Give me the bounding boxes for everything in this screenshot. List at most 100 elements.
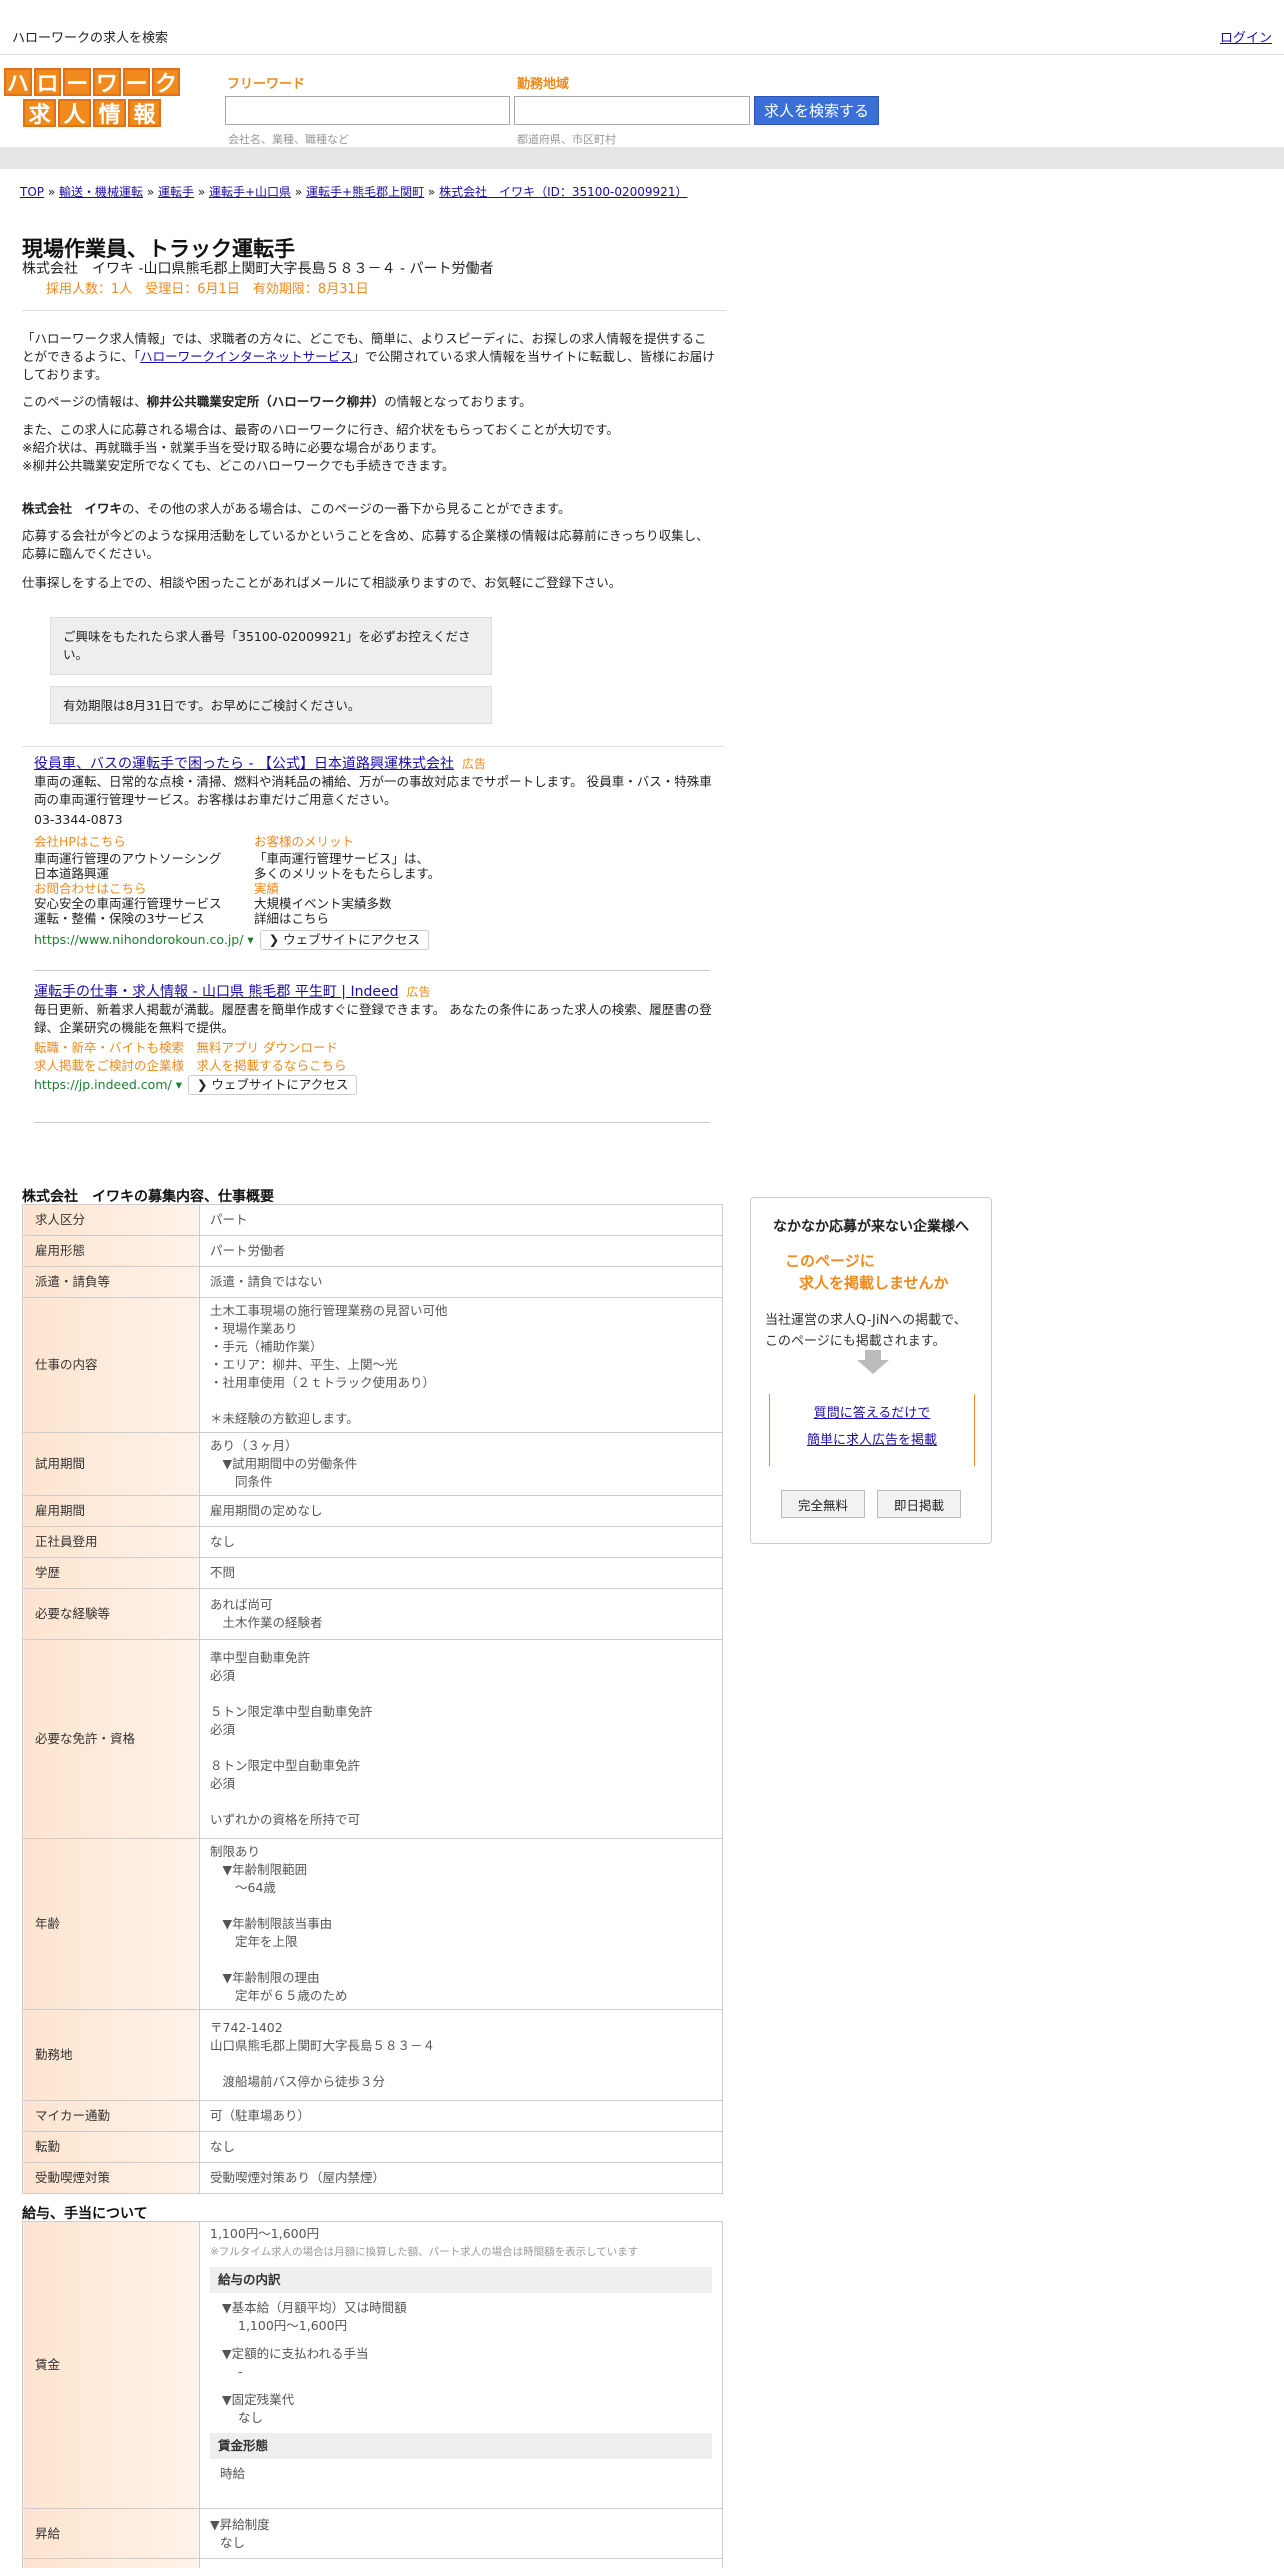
ad-sitelink[interactable]: 実績 xyxy=(254,881,392,896)
job-overview-table: 求人区分 パート 雇用形態 パート労働者 派遣・請負等 派遣・請負ではない 仕事の内容 土木工… xyxy=(22,1204,723,2194)
intro-paragraph-6: 仕事探しをする上での、相談や困ったことがあればメールにて相談承りますので、お気軽… xyxy=(22,575,622,590)
wage-item-head: ▼定額的に支払われる手当 xyxy=(222,2346,369,2361)
promo-link-question[interactable]: 質問に答えるだけで xyxy=(814,1406,931,1421)
ad-sitelink-desc: 多くのメリットをもたらします。 xyxy=(254,866,441,881)
breadcrumb-company[interactable]: 株式会社 イワキ（ID：35100-02009921） xyxy=(439,185,687,199)
row-value-line: 派遣・請負ではない xyxy=(210,1274,323,1289)
row-label: 必要な経験等 xyxy=(22,1588,200,1640)
row-value-line: 受動喫煙対策あり（屋内禁煙） xyxy=(210,2170,386,2185)
row-value: 〒742-1402 山口県熊毛郡上関町大字長島５８３－４ 渡船場前バス停から徒歩３… xyxy=(199,2009,723,2101)
breadcrumb-job[interactable]: 運転手 xyxy=(158,185,194,199)
breadcrumb-prefecture[interactable]: 運転手+山口県 xyxy=(209,185,291,199)
table-row: 年齢 制限あり ▼年齢制限範囲 〜64歳 ▼年齢制限該当事由 定年を上限 ▼年齢制… xyxy=(22,1838,723,2010)
ad-sitelink[interactable]: お問合わせはこちら xyxy=(34,881,254,896)
row-label: 正社員登用 xyxy=(22,1526,200,1558)
logo-character: 報 xyxy=(128,99,161,128)
ad-title-link[interactable]: 役員車、バスの運転手で困ったら - 【公式】日本道路興運株式会社 xyxy=(34,756,454,772)
ad-sitelink[interactable]: 会社HPはこちら xyxy=(34,833,254,851)
area-input[interactable] xyxy=(514,96,750,125)
row-value: 可（駐車場あり） xyxy=(199,2100,723,2132)
site-logo[interactable]: ハローワーク 求人情報 xyxy=(3,68,181,130)
intro-text: の情報となっております。 xyxy=(384,394,532,409)
row-value: パート xyxy=(199,1204,723,1236)
promo-text-line: 当社運営の求人Q-JiNへの掲載で、 xyxy=(765,1313,967,1328)
search-button[interactable]: 求人を検索する xyxy=(754,96,879,125)
divider xyxy=(22,310,726,311)
ad-url[interactable]: https://www.nihondorokoun.co.jp/ xyxy=(34,932,243,947)
table-row: 雇用期間 雇用期間の定めなし xyxy=(22,1495,723,1527)
promo-text: 当社運営の求人Q-JiNへの掲載で、 このページにも掲載されます。 xyxy=(765,1310,967,1352)
ad-sitelink[interactable]: お客様のメリット xyxy=(254,833,440,851)
row-value-line xyxy=(210,1793,712,1811)
row-value: あり（３ヶ月） ▼試用期間中の労働条件 同条件 xyxy=(199,1432,723,1496)
expiry-note: 有効期限は8月31日です。お早めにご検討ください。 xyxy=(50,686,492,724)
row-value-line: 雇用期間の定めなし xyxy=(210,1503,323,1518)
wage-form-value: 時給 xyxy=(220,2466,246,2481)
same-day-badge-button[interactable]: 即日掲載 xyxy=(877,1490,961,1518)
dropdown-caret-icon[interactable]: ▾ xyxy=(243,932,253,947)
wage-breakdown-heading: 給与の内訳 xyxy=(210,2267,712,2293)
row-value: 土木工事現場の施行管理業務の見習い可他 ・現場作業あり ・手元（補助作業） ・エリア：… xyxy=(199,1297,723,1433)
wage-item-head: ▼基本給（月額平均）又は時間額 xyxy=(222,2300,407,2315)
promo-links: 質問に答えるだけで 簡単に求人広告を掲載 xyxy=(769,1394,975,1466)
row-value: 不問 xyxy=(199,1557,723,1589)
ad-sitelink[interactable]: 転職・新卒・バイトも検索 xyxy=(34,1040,184,1055)
divider-bar xyxy=(0,147,1284,169)
row-label: 求人区分 xyxy=(22,1204,200,1236)
promo-link-post-ad[interactable]: 簡単に求人広告を掲載 xyxy=(807,1433,937,1448)
table-row: 必要な経験等 あれば尚可 土木作業の経験者 xyxy=(22,1588,723,1640)
row-value-line: 〜64歳 xyxy=(210,1880,276,1895)
breadcrumb-top[interactable]: TOP xyxy=(20,185,44,199)
row-value-line: ・現場作業あり xyxy=(210,1321,298,1336)
row-value-line: あり（３ヶ月） xyxy=(210,1438,298,1453)
row-value-line: 同条件 xyxy=(210,1474,273,1489)
ad-url[interactable]: https://jp.indeed.com/ xyxy=(34,1077,172,1092)
row-value-line: パート xyxy=(210,1212,248,1227)
dropdown-caret-icon[interactable]: ▾ xyxy=(172,1077,182,1092)
ad-sitelink[interactable]: 求人を掲載するならこちら xyxy=(197,1058,347,1073)
freeword-input[interactable] xyxy=(225,96,510,125)
row-value-line: ＊未経験の方歓迎します。 xyxy=(210,1411,359,1426)
ad-block-1: 役員車、バスの運転手で困ったら - 【公式】日本道路興運株式会社 広告 車両の運転… xyxy=(34,755,714,950)
row-value: パート労働者 xyxy=(199,1235,723,1267)
row-value: 制限あり ▼年齢制限範囲 〜64歳 ▼年齢制限該当事由 定年を上限 ▼年齢制限の… xyxy=(199,1838,723,2010)
logo-character: 求 xyxy=(23,99,56,128)
intro-text: ※紹介状は、再就職手当・就業手当を受け取る時に必要な場合があります。 xyxy=(22,440,444,455)
row-value-line: 定年が６５歳のため xyxy=(210,1988,348,2003)
intro-text: の、その他の求人がある場合は、このページの一番下から見ることができます。 xyxy=(122,501,571,516)
hellowork-internet-link[interactable]: ハローワークインターネットサービス xyxy=(140,349,353,364)
job-number-note: ご興味をもたれたら求人番号「35100-02009921」を必ずお控えください。 xyxy=(50,617,492,675)
ad-sitelink[interactable]: 無料アプリ ダウンロード xyxy=(197,1040,338,1055)
wage-table: 賃金 1,100円〜1,600円 ※フルタイム求人の場合は月額に換算した額、パー… xyxy=(22,2221,723,2568)
row-value-line: 土木工事現場の施行管理業務の見習い可他 xyxy=(210,1303,448,1318)
free-badge-button[interactable]: 完全無料 xyxy=(781,1490,865,1518)
visit-website-button[interactable]: ❯ ウェブサイトにアクセス xyxy=(187,1075,358,1095)
row-label: 試用期間 xyxy=(22,1432,200,1496)
intro-text: また、この求人に応募される場合は、最寄のハローワークに行き、紹介状をもらっておく… xyxy=(22,422,619,437)
row-value-line: 必須 xyxy=(210,1776,236,1791)
area-label: 勤務地域 xyxy=(517,77,570,92)
logo-character: ワ xyxy=(93,68,121,97)
ad-sitelink[interactable]: 求人掲載をご検討の企業様 xyxy=(34,1058,184,1073)
visit-website-button[interactable]: ❯ ウェブサイトにアクセス xyxy=(259,930,430,950)
ad-sitelink-desc: 日本道路興運 xyxy=(34,866,110,881)
arrow-down-icon xyxy=(857,1360,889,1374)
row-value-line: パート労働者 xyxy=(210,1243,286,1258)
row-value-line: あれば尚可 xyxy=(210,1597,273,1612)
intro-text: このページの情報は、 xyxy=(22,394,147,409)
arrow-down-icon xyxy=(865,1350,881,1360)
login-link[interactable]: ログイン xyxy=(1220,27,1272,46)
ad-phone[interactable]: 03-3344-0873 xyxy=(34,811,714,829)
row-value: 派遣・請負ではない xyxy=(199,1266,723,1298)
breadcrumb-town[interactable]: 運転手+熊毛郡上関町 xyxy=(306,185,424,199)
ad-title-link[interactable]: 運転手の仕事・求人情報 - 山口県 熊毛郡 平生町 | Indeed xyxy=(34,984,398,1000)
table-row: 仕事の内容 土木工事現場の施行管理業務の見習い可他 ・現場作業あり ・手元（補助作業）… xyxy=(22,1297,723,1433)
row-value-line: なし xyxy=(210,2139,236,2154)
row-value-line: ８トン限定中型自動車免許 xyxy=(210,1758,361,1773)
divider xyxy=(22,746,724,747)
job-meta: 採用人数：1人 受理日：6月1日 有効期限：8月31日 xyxy=(46,282,369,297)
wage-note: ※フルタイム求人の場合は月額に換算した額、パート求人の場合は時間額を表示していま… xyxy=(210,2246,639,2258)
chevron-right-icon: ❯ xyxy=(196,1077,212,1092)
row-value-line xyxy=(210,1951,712,1969)
breadcrumb-category[interactable]: 輸送・機械運転 xyxy=(59,185,143,199)
